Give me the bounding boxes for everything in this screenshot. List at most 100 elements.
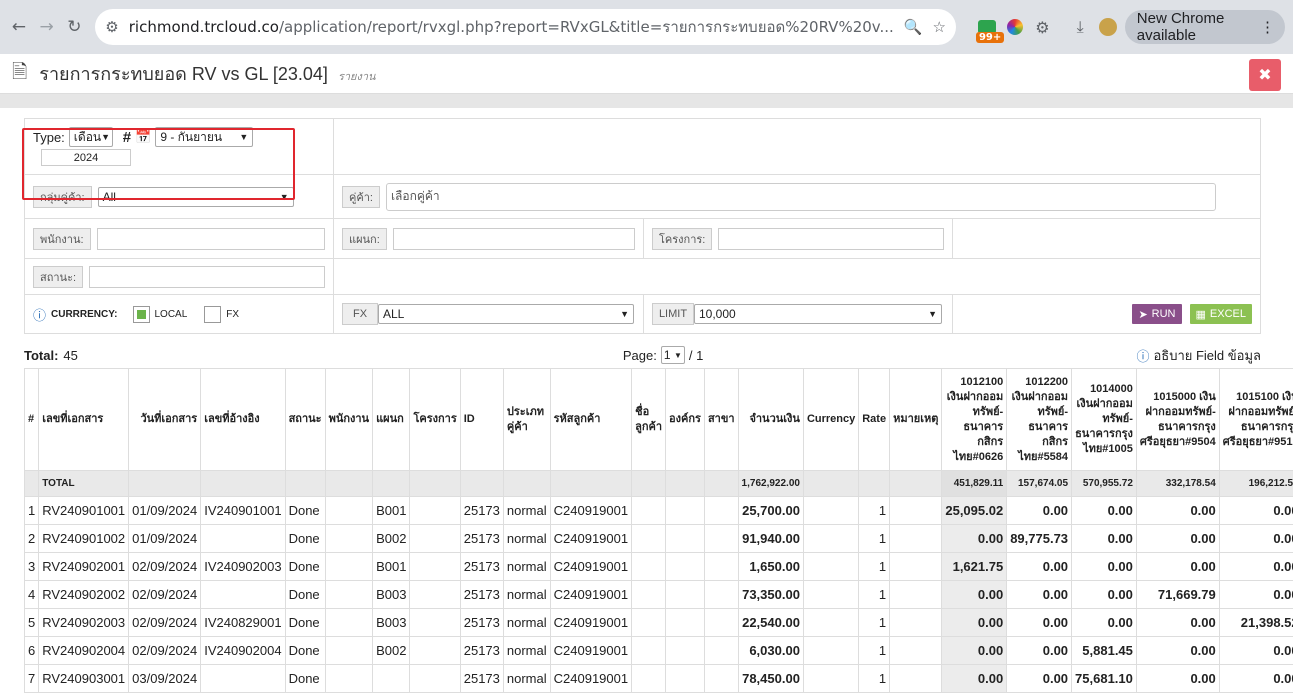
- column-header[interactable]: จำนวนเงิน: [737, 368, 804, 471]
- table-cell: [324, 636, 374, 665]
- column-header[interactable]: 1015100 เงินฝากออมทรัพย์-ธนาคารกรุงศรีอย…: [1218, 368, 1293, 471]
- color-picker-icon[interactable]: [1004, 13, 1026, 41]
- column-header[interactable]: 1012100 เงินฝากออมทรัพย์-ธนาคารกสิกรไทย#…: [941, 368, 1008, 471]
- table-cell: Done: [284, 636, 326, 665]
- column-header[interactable]: องค์กร: [665, 368, 705, 471]
- table-cell: RV240902003: [38, 608, 130, 637]
- table-row: 6 RV240902004 02/09/2024 IV240902004 Done B00…: [24, 636, 1293, 665]
- table-cell: [802, 496, 860, 525]
- table-cell: [200, 524, 286, 553]
- table-cell: IV240902003: [200, 552, 286, 581]
- column-header[interactable]: ประเภทคู่ค้า: [502, 368, 551, 471]
- table-cell: 0.00: [1071, 580, 1137, 609]
- table-cell: [631, 524, 667, 553]
- download-icon[interactable]: ⤓: [1069, 13, 1091, 41]
- excel-button[interactable]: ▦ EXCEL: [1189, 304, 1252, 324]
- fx-checkbox[interactable]: [204, 305, 222, 323]
- table-cell: 0.00: [1218, 636, 1293, 665]
- table-cell: [372, 470, 411, 497]
- column-header[interactable]: ชื่อลูกค้า: [631, 368, 667, 471]
- explain-fields-link[interactable]: อธิบาย Field ข้อมูล: [1153, 345, 1261, 366]
- table-cell: [889, 580, 943, 609]
- column-header[interactable]: วันที่เอกสาร: [128, 368, 202, 471]
- forward-icon[interactable]: →: [36, 13, 58, 41]
- table-cell: [703, 608, 739, 637]
- table-cell: [889, 664, 943, 693]
- partner-label: คู่ค้า:: [342, 185, 380, 208]
- table-cell: [409, 470, 461, 497]
- column-header[interactable]: โครงการ: [409, 368, 461, 471]
- table-cell: 2: [24, 524, 40, 553]
- table-cell: normal: [502, 608, 551, 637]
- limit-select[interactable]: 10,000 ▼: [694, 304, 942, 324]
- department-input[interactable]: [392, 227, 635, 250]
- limit-filter: LIMIT 10,000 ▼: [644, 295, 953, 333]
- run-button[interactable]: ➤ RUN: [1132, 304, 1182, 324]
- profile-avatar[interactable]: [1097, 13, 1119, 41]
- reload-icon[interactable]: ↻: [64, 13, 86, 41]
- column-header[interactable]: 1015000 เงินฝากออมทรัพย์-ธนาคารกรุงศรีอย…: [1135, 368, 1220, 471]
- table-cell: [802, 664, 860, 693]
- column-header[interactable]: เลขที่อ้างอิง: [200, 368, 286, 471]
- table-cell: RV240902004: [38, 636, 130, 665]
- column-header[interactable]: สถานะ: [284, 368, 326, 471]
- page-select[interactable]: 1 ▼: [660, 346, 685, 364]
- column-header[interactable]: #: [24, 368, 40, 471]
- new-chrome-available-button[interactable]: New Chrome available ⋮: [1124, 10, 1286, 44]
- table-cell: Done: [284, 496, 326, 525]
- status-input[interactable]: [89, 265, 325, 288]
- employee-input[interactable]: [96, 227, 325, 250]
- column-header[interactable]: รหัสลูกค้า: [549, 368, 633, 471]
- table-cell: B001: [372, 496, 411, 525]
- table-cell: 3: [24, 552, 40, 581]
- table-cell: 0.00: [1218, 552, 1293, 581]
- address-bar[interactable]: ⚙ richmond.trcloud.co/application/report…: [95, 9, 956, 45]
- site-info-icon[interactable]: ⚙: [105, 18, 118, 36]
- table-cell: C240919001: [549, 580, 633, 609]
- partner-input[interactable]: เลือกคู่ค้า: [385, 182, 1216, 211]
- table-cell: 02/09/2024: [128, 580, 202, 609]
- column-header[interactable]: ID: [459, 368, 504, 471]
- extensions-puzzle-icon[interactable]: ⚙: [1031, 13, 1053, 41]
- menu-dots-icon[interactable]: ⋮: [1260, 18, 1275, 36]
- table-cell: [284, 470, 326, 497]
- back-icon[interactable]: ←: [8, 13, 30, 41]
- table-cell: 89,775.73: [1006, 524, 1073, 553]
- column-header[interactable]: Rate: [858, 368, 891, 471]
- column-header[interactable]: 1014000 เงินฝากออมทรัพย์-ธนาคารกรุงไทย#1…: [1071, 368, 1137, 471]
- column-header[interactable]: แผนก: [372, 368, 411, 471]
- table-cell: [889, 496, 943, 525]
- column-header[interactable]: หมายเหตุ: [889, 368, 943, 471]
- extension-badge: 99+: [975, 32, 1005, 43]
- table-cell: 25173: [459, 552, 504, 581]
- partner-filter: คู่ค้า: เลือกคู่ค้า: [334, 175, 1260, 218]
- table-cell: 6: [24, 636, 40, 665]
- column-header[interactable]: พนักงาน: [324, 368, 374, 471]
- table-cell: RV240901001: [38, 496, 130, 525]
- table-row: 3 RV240902001 02/09/2024 IV240902003 Done B00…: [24, 552, 1293, 581]
- column-header[interactable]: 1012200 เงินฝากออมทรัพย์-ธนาคารกสิกรไทย#…: [1006, 368, 1073, 471]
- url-text[interactable]: richmond.trcloud.co/application/report/r…: [129, 15, 894, 39]
- table-cell: 0.00: [1006, 552, 1073, 581]
- column-header[interactable]: สาขา: [703, 368, 739, 471]
- extension-icon[interactable]: 99+: [975, 13, 1005, 43]
- table-cell: [703, 580, 739, 609]
- table-cell: 0.00: [1135, 496, 1220, 525]
- table-cell: 5: [24, 608, 40, 637]
- local-checkbox[interactable]: [132, 305, 150, 323]
- zoom-icon[interactable]: 🔍: [904, 18, 923, 36]
- table-cell: 0.00: [1071, 524, 1137, 553]
- table-cell: [200, 664, 286, 693]
- table-cell: 1,621.75: [941, 552, 1008, 581]
- project-input[interactable]: [718, 227, 944, 250]
- column-header[interactable]: เลขที่เอกสาร: [38, 368, 130, 471]
- table-cell: 1: [858, 496, 891, 525]
- table-cell: [665, 580, 705, 609]
- fx-select[interactable]: ALL ▼: [378, 304, 634, 324]
- table-cell: 0.00: [1006, 608, 1073, 637]
- bookmark-star-icon[interactable]: ☆: [933, 18, 946, 36]
- column-header[interactable]: Currency: [802, 368, 860, 471]
- info-icon: ⓘ: [1136, 348, 1150, 364]
- table-cell: [549, 470, 633, 497]
- close-button[interactable]: ✖: [1249, 58, 1281, 91]
